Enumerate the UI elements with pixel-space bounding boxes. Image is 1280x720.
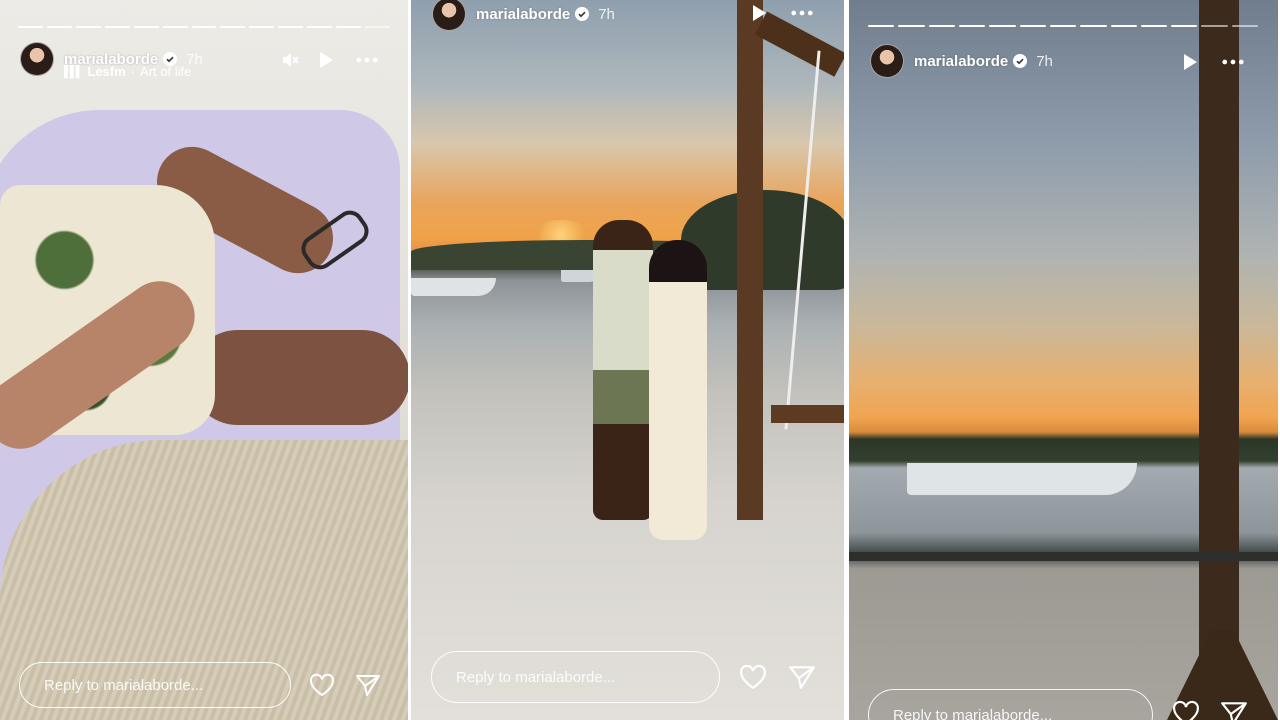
more-horizontal-icon[interactable] [1222, 51, 1244, 73]
couple-man [593, 220, 653, 520]
progress-segment [898, 25, 925, 27]
story-panel-2[interactable]: marialaborde 7h [411, 0, 844, 720]
verified-badge-icon [575, 7, 590, 21]
progress-segment [104, 26, 130, 28]
progress-segment [1110, 25, 1137, 27]
paper-plane-icon[interactable] [787, 662, 817, 692]
reply-input[interactable] [454, 667, 719, 687]
heart-outline-icon[interactable] [738, 662, 768, 692]
swing-post [737, 0, 763, 520]
avatar[interactable] [870, 44, 904, 78]
progress-segment [989, 25, 1016, 27]
progress-segment [249, 26, 275, 28]
progress-segment [868, 25, 895, 27]
username[interactable]: marialaborde [476, 6, 570, 23]
reply-field[interactable] [431, 651, 720, 703]
avatar[interactable] [20, 42, 54, 76]
story-header: marialaborde 7h [432, 0, 615, 31]
paper-plane-icon[interactable] [353, 670, 383, 700]
reply-input[interactable] [42, 675, 290, 695]
audio-bars-icon: ▌▌▌ [64, 65, 83, 78]
verified-badge-icon [1013, 54, 1028, 68]
story-panel-3[interactable]: marialaborde 7h [849, 0, 1278, 720]
post-time: 7h [598, 5, 615, 23]
play-icon[interactable] [1179, 51, 1201, 73]
username[interactable]: marialaborde [914, 53, 1008, 70]
progress-segment [1231, 25, 1259, 27]
music-separator: · [130, 64, 136, 79]
progress-segment [1201, 25, 1228, 27]
music-artist: Lesfm [87, 64, 126, 79]
more-horizontal-icon[interactable] [791, 2, 813, 24]
story-panel-1[interactable]: marialaborde 7h ▌▌▌ Lesfm · Art of life [0, 0, 408, 720]
speaker-muted-icon[interactable] [279, 49, 301, 71]
boat-left [411, 278, 496, 296]
play-icon[interactable] [315, 49, 337, 71]
progress-segment [278, 26, 304, 28]
progress-segment [307, 26, 333, 28]
story-progress-bar [868, 25, 1259, 27]
progress-segment [191, 26, 217, 28]
play-icon[interactable] [748, 2, 770, 24]
music-title: Art of life [140, 64, 192, 79]
progress-segment [1019, 25, 1046, 27]
progress-segment [365, 26, 390, 28]
more-horizontal-icon[interactable] [356, 49, 378, 71]
couple-woman [649, 240, 707, 540]
story-header: marialaborde 7h [870, 44, 1053, 78]
reply-field[interactable] [19, 662, 291, 708]
progress-segment [18, 26, 43, 28]
shoreline-rocks [849, 552, 1278, 582]
progress-segment [1171, 25, 1198, 27]
reply-field[interactable] [868, 689, 1153, 720]
boat [907, 463, 1137, 495]
reply-input[interactable] [891, 706, 1152, 720]
progress-segment [1080, 25, 1107, 27]
progress-segment [162, 26, 188, 28]
progress-segment [75, 26, 101, 28]
progress-segment [133, 26, 159, 28]
progress-segment [46, 26, 72, 28]
heart-outline-icon[interactable] [307, 670, 337, 700]
progress-segment [928, 25, 955, 27]
heart-outline-icon[interactable] [1171, 698, 1201, 720]
leg-lower [190, 330, 408, 425]
swing-seat [771, 405, 844, 423]
progress-segment [220, 26, 246, 28]
progress-segment [1140, 25, 1168, 27]
progress-segment [958, 25, 986, 27]
avatar[interactable] [432, 0, 466, 31]
paper-plane-icon[interactable] [1219, 698, 1249, 720]
music-label[interactable]: ▌▌▌ Lesfm · Art of life [64, 64, 191, 79]
story-progress-bar [18, 26, 390, 28]
post-time: 7h [1036, 52, 1053, 70]
progress-segment [1049, 25, 1077, 27]
progress-segment [336, 26, 362, 28]
